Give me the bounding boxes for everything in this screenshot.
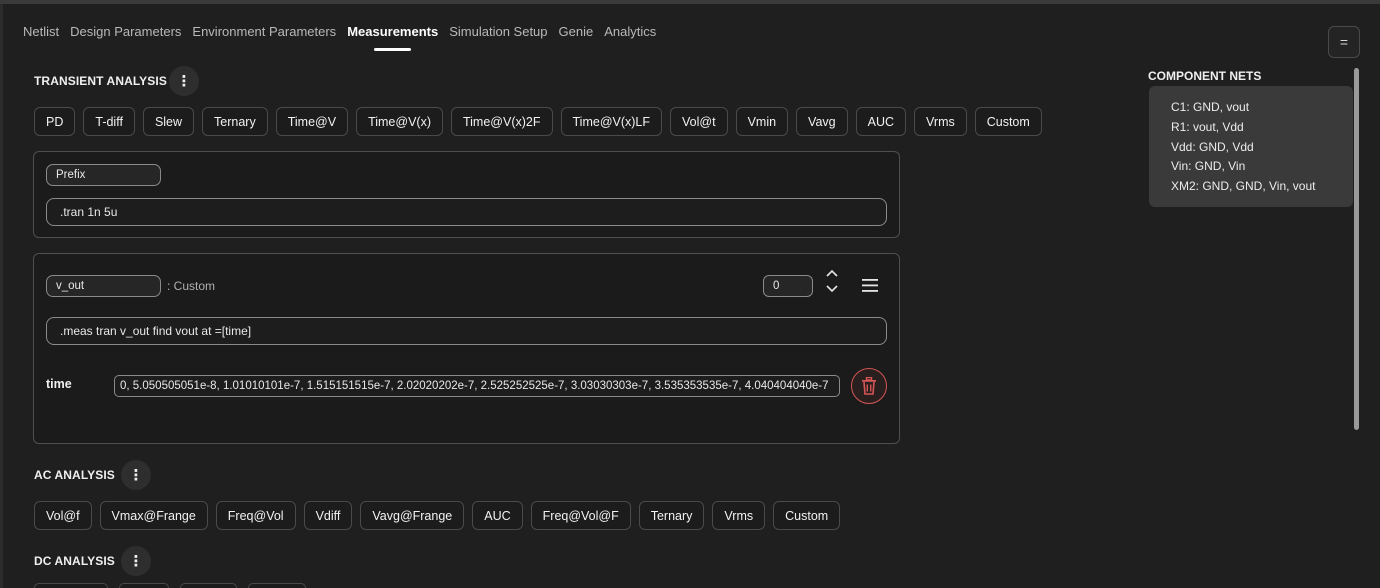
- dc-measure-button[interactable]: [180, 583, 237, 588]
- window-top-border: [0, 0, 1380, 4]
- measurement-name-input[interactable]: v_out: [46, 275, 161, 297]
- measurement-card: v_out : Custom 0 .meas tran v_out find v…: [33, 253, 900, 444]
- tab-genie[interactable]: Genie: [559, 24, 594, 51]
- net-entry: Vdd: GND, Vdd: [1171, 139, 1254, 154]
- tab-environment-parameters[interactable]: Environment Parameters: [192, 24, 336, 51]
- dc-analysis-title: DC ANALYSIS: [34, 554, 115, 568]
- prefix-name-input[interactable]: Prefix: [46, 164, 161, 186]
- net-entry: Vin: GND, Vin: [1171, 159, 1246, 174]
- ac-button-vol-f[interactable]: Vol@f: [34, 501, 92, 530]
- measurement-command-input[interactable]: .meas tran v_out find vout at =[time]: [46, 317, 887, 345]
- transient-button-t-diff[interactable]: T-diff: [83, 107, 135, 136]
- trash-icon: [862, 377, 876, 395]
- ac-button-vrms[interactable]: Vrms: [712, 501, 766, 530]
- measurement-index-input[interactable]: 0: [763, 275, 813, 297]
- chevron-down-icon[interactable]: [826, 285, 838, 293]
- ac-button-freq-vol[interactable]: Freq@Vol: [215, 501, 296, 530]
- ac-button-vdiff[interactable]: Vdiff: [303, 501, 353, 530]
- transient-button-vmin[interactable]: Vmin: [735, 107, 789, 136]
- net-entry: R1: vout, Vdd: [1171, 119, 1244, 134]
- ac-button-freq-vol-f[interactable]: Freq@Vol@F: [530, 501, 631, 530]
- tab-netlist[interactable]: Netlist: [23, 24, 59, 51]
- transient-measure-buttons: PD T-diff Slew Ternary Time@V Time@V(x) Time@V…: [34, 107, 1042, 136]
- transient-button-time-v-x-lf[interactable]: Time@V(x)LF: [560, 107, 663, 136]
- transient-button-custom[interactable]: Custom: [974, 107, 1042, 136]
- parameter-label-time: time: [46, 377, 72, 391]
- delete-measurement-button[interactable]: [851, 368, 887, 404]
- transient-button-time-v-x[interactable]: Time@V(x): [356, 107, 443, 136]
- menu-icon: =: [1339, 34, 1349, 50]
- prefix-command-input[interactable]: .tran 1n 5u: [46, 198, 887, 226]
- transient-button-pd[interactable]: PD: [34, 107, 76, 136]
- net-entry: C1: GND, vout: [1171, 100, 1250, 114]
- component-nets-title: COMPONENT NETS: [1148, 69, 1262, 83]
- transient-button-auc[interactable]: AUC: [855, 107, 907, 136]
- net-entry: XM2: GND, GND, Vin, vout: [1171, 179, 1316, 194]
- dc-measure-button[interactable]: [248, 583, 306, 588]
- dc-measure-button[interactable]: [34, 583, 108, 588]
- dc-measure-button[interactable]: [119, 583, 169, 588]
- ac-analysis-title: AC ANALYSIS: [34, 468, 115, 482]
- ac-button-vmax-frange[interactable]: Vmax@Frange: [99, 501, 208, 530]
- chevron-up-icon[interactable]: [826, 269, 838, 277]
- tab-analytics[interactable]: Analytics: [604, 24, 656, 51]
- transient-button-slew[interactable]: Slew: [142, 107, 195, 136]
- more-vertical-icon: ⋮: [128, 553, 144, 570]
- tab-measurements[interactable]: Measurements: [347, 24, 438, 51]
- transient-button-vol-t[interactable]: Vol@t: [670, 107, 728, 136]
- panel-menu-button[interactable]: =: [1328, 26, 1360, 58]
- more-vertical-icon: ⋮: [176, 73, 192, 90]
- ac-options-button[interactable]: ⋮: [121, 460, 151, 490]
- ac-button-auc[interactable]: AUC: [472, 501, 523, 530]
- ac-button-ternary[interactable]: Ternary: [638, 501, 705, 530]
- hamburger-menu-icon[interactable]: [862, 279, 878, 292]
- index-stepper[interactable]: [826, 269, 838, 293]
- transient-button-vavg[interactable]: Vavg: [796, 107, 848, 136]
- measurement-type-label: : Custom: [167, 279, 216, 293]
- ac-button-custom[interactable]: Custom: [773, 501, 841, 530]
- tab-simulation-setup[interactable]: Simulation Setup: [449, 24, 547, 51]
- tab-design-parameters[interactable]: Design Parameters: [70, 24, 181, 51]
- prefix-card: Prefix .tran 1n 5u: [33, 151, 900, 238]
- dc-options-button[interactable]: ⋮: [121, 546, 151, 576]
- tab-bar: Netlist Design Parameters Environment Pa…: [23, 24, 667, 51]
- transient-button-ternary[interactable]: Ternary: [202, 107, 268, 136]
- ac-measure-buttons: Vol@f Vmax@Frange Freq@Vol Vdiff Vavg@Frange…: [34, 501, 841, 530]
- transient-button-time-v-x-2f[interactable]: Time@V(x)2F: [450, 107, 553, 136]
- transient-options-button[interactable]: ⋮: [169, 66, 199, 96]
- transient-analysis-title: TRANSIENT ANALYSIS: [34, 74, 167, 88]
- ac-button-vavg-frange[interactable]: Vavg@Frange: [360, 501, 465, 530]
- more-vertical-icon: ⋮: [128, 467, 144, 484]
- component-nets-panel: C1: GND, vout R1: vout, Vdd Vdd: GND, Vd…: [1149, 86, 1353, 207]
- transient-button-time-v[interactable]: Time@V: [275, 107, 349, 136]
- window-left-border: [0, 4, 3, 588]
- time-values-input[interactable]: 0, 5.050505051e-8, 1.01010101e-7, 1.5151…: [114, 375, 840, 397]
- scrollbar-thumb[interactable]: [1354, 68, 1359, 430]
- transient-button-vrms[interactable]: Vrms: [914, 107, 967, 136]
